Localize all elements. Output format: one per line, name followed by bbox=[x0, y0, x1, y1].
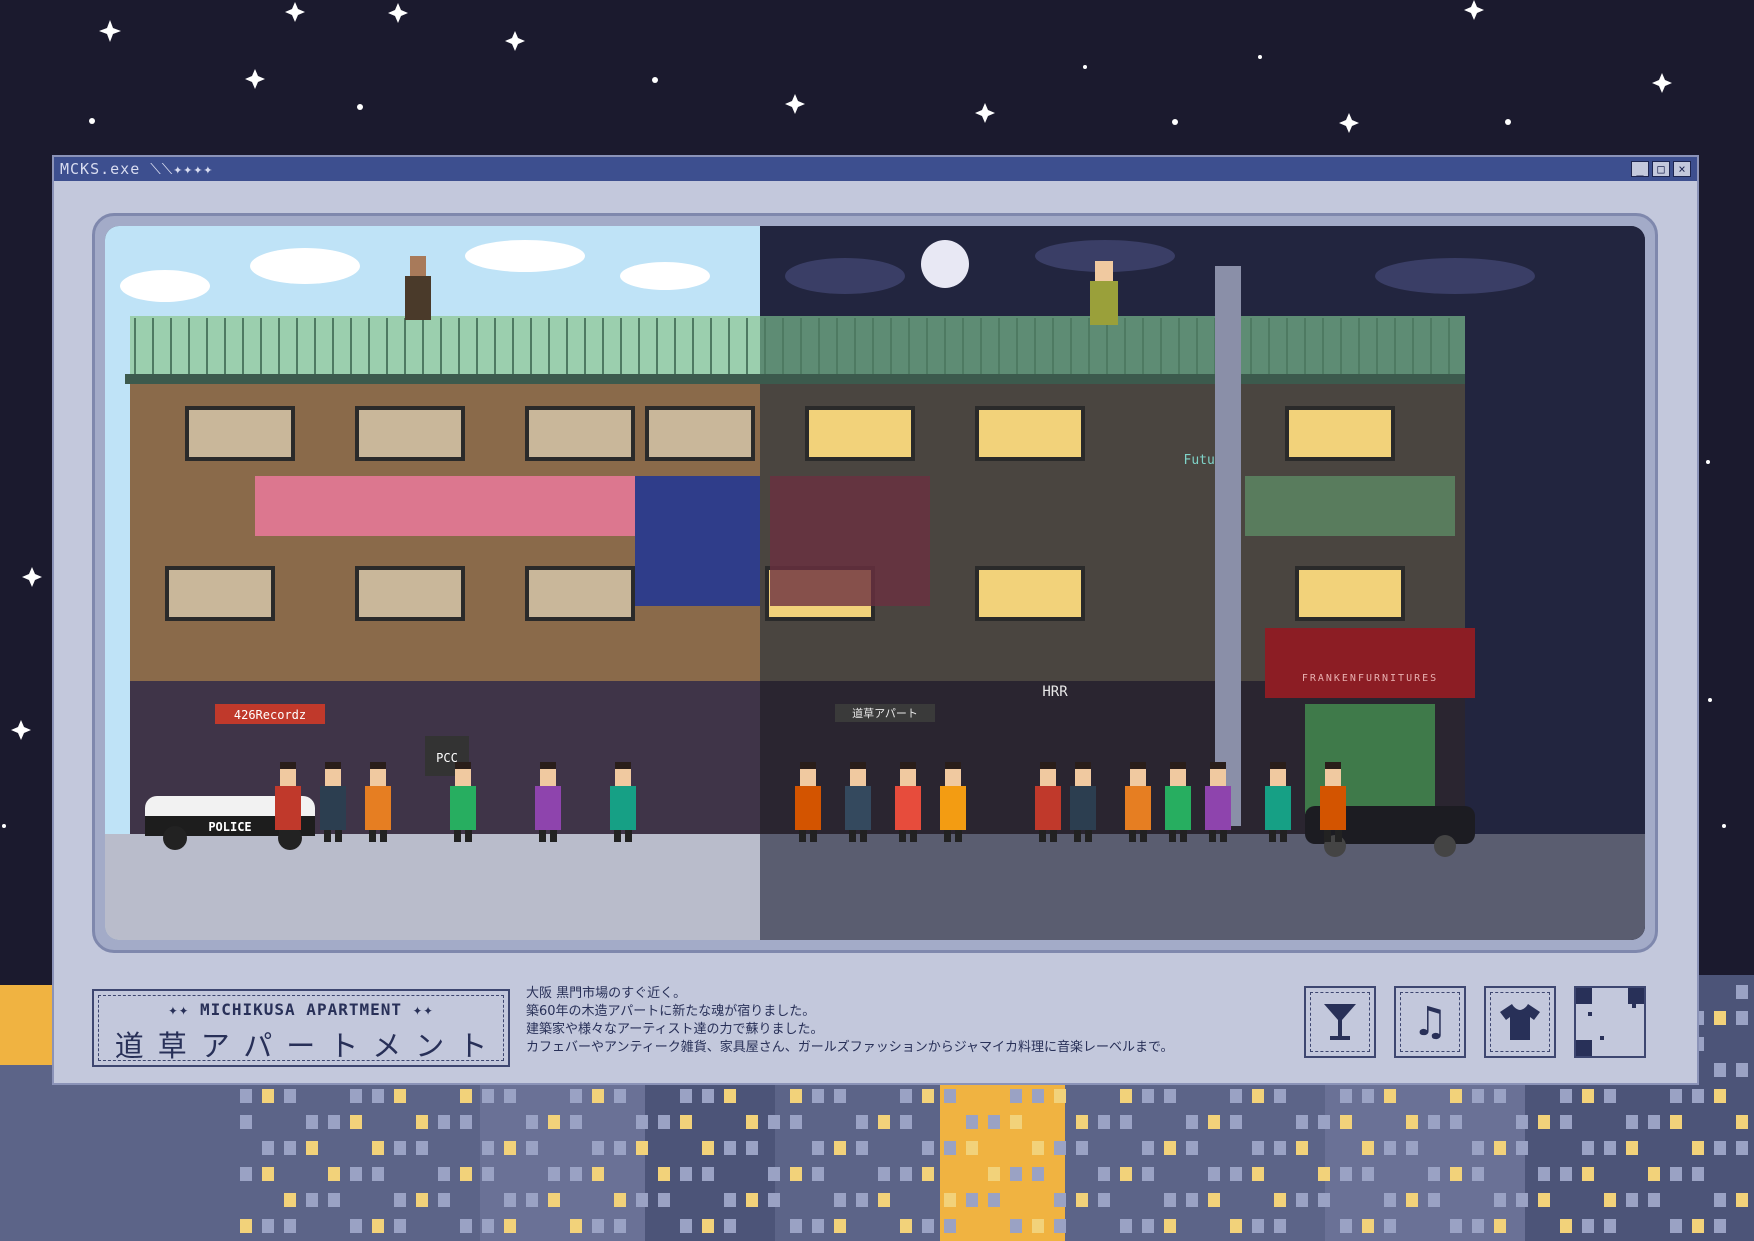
hrr-sign: HRR bbox=[1042, 684, 1068, 700]
cocktail-button[interactable] bbox=[1304, 986, 1376, 1058]
description-line: カフェバーやアンティーク雑貨、家具屋さん、ガールズファッションからジャマイカ料理… bbox=[526, 1040, 1174, 1055]
apartment-name-english: ✦✦ MICHIKUSA APARTMENT ✦✦ bbox=[168, 1000, 434, 1019]
minimize-button[interactable]: _ bbox=[1631, 161, 1649, 177]
cocktail-icon bbox=[1324, 1004, 1356, 1040]
maximize-button[interactable]: □ bbox=[1652, 161, 1670, 177]
tshirt-icon bbox=[1500, 1004, 1540, 1040]
qr-code-button[interactable] bbox=[1574, 986, 1646, 1058]
qr-code-icon bbox=[1576, 988, 1644, 1056]
window-title: MCKS.exe ⟍⟍✦✦✦✦ bbox=[60, 160, 214, 178]
merch-button[interactable] bbox=[1484, 986, 1556, 1058]
green-graffiti bbox=[1245, 476, 1455, 536]
close-button[interactable]: × bbox=[1673, 161, 1691, 177]
furniture-awning bbox=[1265, 628, 1475, 698]
description-line: 大阪 黒門市場のすぐ近く。 bbox=[526, 986, 687, 1001]
description-line: 築60年の木造アパートに新たな魂が宿りました。 bbox=[526, 1004, 816, 1019]
pcc-sign: PCC bbox=[436, 751, 458, 765]
apartment-illustration: 426Recordz PCC 道草アパート HRR Future FRANKEN… bbox=[105, 226, 1645, 940]
apartment-name-japanese: 道草アパートメント bbox=[114, 1029, 502, 1063]
graffiti-mural bbox=[770, 476, 930, 606]
scene-frame: 426Recordz PCC 道草アパート HRR Future FRANKEN… bbox=[92, 213, 1658, 953]
moon bbox=[921, 240, 969, 288]
apartment-scene: 426Recordz PCC 道草アパート HRR Future FRANKEN… bbox=[105, 226, 1645, 940]
apartment-signboard: 道草アパート bbox=[852, 706, 918, 720]
utility-pole bbox=[1215, 266, 1241, 826]
music-note-icon: ♫ bbox=[1412, 999, 1448, 1045]
window-controls: _ □ × bbox=[1631, 161, 1691, 177]
apartment-name-plate: ✦✦ MICHIKUSA APARTMENT ✦✦ 道草アパートメント bbox=[92, 989, 510, 1067]
police-label: POLICE bbox=[208, 820, 251, 834]
description: 大阪 黒門市場のすぐ近く。 築60年の木造アパートに新たな魂が宿りました。 建築… bbox=[526, 985, 1246, 1057]
records-sign: 426Recordz bbox=[234, 708, 306, 722]
creature-mural bbox=[635, 476, 760, 606]
title-bar[interactable]: MCKS.exe ⟍⟍✦✦✦✦ _ □ × bbox=[54, 157, 1697, 181]
description-line: 建築家や様々なアーティスト達の力で蘇りました。 bbox=[526, 1022, 824, 1037]
furniture-sign: FRANKENFURNITURES bbox=[1302, 673, 1438, 684]
street-day bbox=[105, 834, 760, 940]
music-button[interactable]: ♫ bbox=[1394, 986, 1466, 1058]
street-night bbox=[760, 834, 1645, 940]
app-window: MCKS.exe ⟍⟍✦✦✦✦ _ □ × 426Recordz PCC 道草ア… bbox=[52, 155, 1699, 1085]
